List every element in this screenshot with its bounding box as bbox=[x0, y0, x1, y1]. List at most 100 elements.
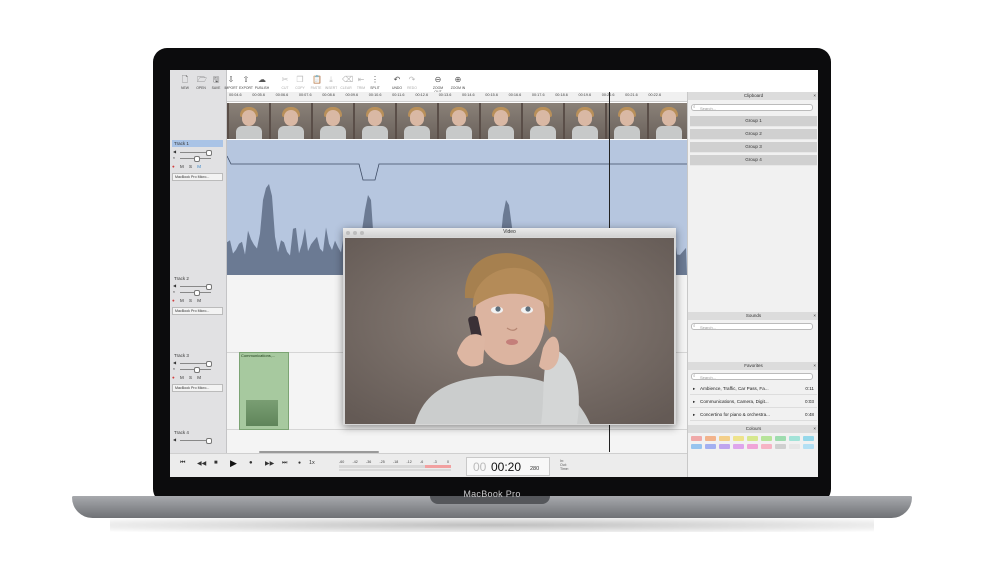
window-close-dot[interactable] bbox=[346, 230, 350, 235]
new-file-icon: 🗋 bbox=[181, 75, 189, 84]
colour-swatch[interactable] bbox=[733, 444, 744, 449]
monitor-button[interactable]: M bbox=[197, 375, 201, 380]
pan-slider[interactable]: ◐ bbox=[172, 366, 223, 373]
record-arm-button[interactable]: ● bbox=[172, 164, 175, 169]
video-window-titlebar[interactable]: Video bbox=[343, 228, 676, 237]
fast-forward-icon[interactable]: ▶▶ bbox=[265, 460, 274, 467]
favorite-item[interactable]: ▸ Communications, Camera, Digit... 0:03 bbox=[690, 397, 817, 408]
video-thumbnail bbox=[607, 103, 647, 139]
mute-button[interactable]: M bbox=[180, 164, 184, 169]
colour-swatch[interactable] bbox=[719, 436, 730, 441]
toolbar-button-label: COPY bbox=[295, 86, 305, 90]
volume-slider[interactable]: ◀ bbox=[172, 283, 223, 290]
record-icon[interactable]: ● bbox=[249, 460, 253, 466]
track-title: Track 1 bbox=[174, 141, 189, 146]
clipboard-group-3[interactable]: Group 3 bbox=[690, 142, 817, 153]
favorites-title: Favorites bbox=[744, 363, 763, 368]
colour-swatch[interactable] bbox=[691, 436, 702, 441]
video-thumbnail-strip[interactable] bbox=[227, 103, 689, 139]
colour-swatch[interactable] bbox=[719, 444, 730, 449]
close-icon[interactable]: × bbox=[813, 312, 816, 320]
horizontal-scrollbar[interactable] bbox=[259, 451, 379, 453]
colour-swatch[interactable] bbox=[691, 444, 702, 449]
volume-slider[interactable]: ◀ bbox=[172, 360, 223, 367]
monitor-button[interactable]: M bbox=[197, 298, 201, 303]
search-icon: ⌕ bbox=[693, 323, 696, 328]
play-icon[interactable]: ▸ bbox=[693, 397, 695, 407]
toolbar-zoom-in-button[interactable]: ⊕ ZOOM IN bbox=[449, 72, 467, 90]
solo-button[interactable]: S bbox=[189, 164, 192, 169]
app-screen: Track 1 ◀ ◐ ● M S M MacBook Pro Micro...… bbox=[170, 70, 818, 477]
mute-button[interactable]: M bbox=[180, 375, 184, 380]
library-panel: Clipboard × Search... ⌕ Group 1 Group 2 … bbox=[687, 92, 818, 477]
rewind-icon[interactable]: ◀◀ bbox=[197, 460, 206, 467]
speaker-icon: ◀ bbox=[173, 283, 177, 288]
play-icon[interactable]: ▸ bbox=[693, 384, 695, 394]
track-header-1[interactable]: Track 1 bbox=[172, 140, 223, 147]
clipboard-group-2[interactable]: Group 2 bbox=[690, 129, 817, 140]
favorites-search-input[interactable]: Search... bbox=[691, 373, 813, 380]
colour-swatch[interactable] bbox=[789, 444, 800, 449]
ruler-tick-label: 00:18.6 bbox=[555, 93, 568, 97]
colour-swatch[interactable] bbox=[705, 436, 716, 441]
input-device-select[interactable]: MacBook Pro Micro... bbox=[172, 384, 223, 392]
track-title: Track 2 bbox=[174, 276, 189, 281]
pan-slider[interactable]: ◐ bbox=[172, 155, 223, 162]
colour-swatch[interactable] bbox=[803, 444, 814, 449]
colour-swatch[interactable] bbox=[733, 436, 744, 441]
close-icon[interactable]: × bbox=[813, 92, 816, 100]
colour-swatch[interactable] bbox=[789, 436, 800, 441]
toolbar-split-button[interactable]: ⋮ SPLIT bbox=[366, 72, 384, 90]
play-icon[interactable]: ▶ bbox=[230, 458, 237, 469]
playback-speed[interactable]: 1x bbox=[309, 460, 315, 466]
mute-button[interactable]: M bbox=[180, 298, 184, 303]
laptop-brand-label: MacBook Pro bbox=[463, 489, 521, 499]
record-arm-button[interactable]: ● bbox=[172, 298, 175, 303]
input-device-select[interactable]: MacBook Pro Micro... bbox=[172, 173, 223, 181]
toolbar-zoom-out-button[interactable]: ⊖ZOOM OUT bbox=[429, 72, 447, 94]
monitor-button[interactable]: M bbox=[197, 164, 201, 169]
colour-swatch[interactable] bbox=[761, 436, 772, 441]
track-header-3[interactable]: Track 3 ◀ ◐ ● M S M MacBook Pro Micro... bbox=[172, 352, 223, 392]
speaker-icon: ◀ bbox=[173, 360, 177, 365]
timeline-ruler[interactable]: 00:04.6 00:05.6 00:06.6 00:07.6 00:08.6 00:09… bbox=[227, 92, 687, 102]
favorite-item[interactable]: ▸ Ambience, Traffic, Car Pass, Fa... 0:1… bbox=[690, 384, 817, 395]
toolbar-redo-button[interactable]: ↷ REDO bbox=[403, 72, 421, 90]
play-icon[interactable]: ▸ bbox=[693, 410, 695, 420]
clipboard-group-4[interactable]: Group 4 bbox=[690, 155, 817, 166]
colour-swatch[interactable] bbox=[747, 444, 758, 449]
colour-swatch[interactable] bbox=[761, 444, 772, 449]
sounds-search-input[interactable]: Search... bbox=[691, 323, 813, 330]
colour-swatch[interactable] bbox=[747, 436, 758, 441]
close-icon[interactable]: × bbox=[813, 362, 816, 370]
skip-to-start-icon[interactable]: ⏮ bbox=[180, 460, 185, 467]
colours-title: Colours bbox=[745, 426, 762, 431]
record-arm-button[interactable]: ● bbox=[172, 375, 175, 380]
loop-dot-icon[interactable]: ● bbox=[298, 460, 301, 466]
track-header-4[interactable]: Track 4 ◀ bbox=[172, 429, 223, 444]
solo-button[interactable]: S bbox=[189, 298, 192, 303]
skip-to-end-icon[interactable]: ⏭ bbox=[282, 460, 287, 467]
favorite-item[interactable]: ▸ Concertino for piano & orchestra... 0:… bbox=[690, 410, 817, 421]
track-header-2[interactable]: Track 2 ◀ ◐ ● M S M MacBook Pro Micro... bbox=[172, 275, 223, 315]
toolbar-publish-button[interactable]: ☁ PUBLISH bbox=[253, 72, 271, 90]
colour-swatch[interactable] bbox=[775, 436, 786, 441]
window-minimize-dot[interactable] bbox=[353, 230, 357, 235]
video-window[interactable]: Video bbox=[343, 228, 676, 425]
colour-swatch[interactable] bbox=[803, 436, 814, 441]
pan-slider[interactable]: ◐ bbox=[172, 289, 223, 296]
pan-icon: ◐ bbox=[173, 366, 176, 371]
input-device-select[interactable]: MacBook Pro Micro... bbox=[172, 307, 223, 315]
clipboard-title: Clipboard bbox=[743, 93, 764, 98]
stop-icon[interactable]: ■ bbox=[214, 460, 218, 466]
ruler-tick-label: 00:07.6 bbox=[298, 93, 312, 97]
close-icon[interactable]: × bbox=[813, 425, 816, 433]
volume-slider[interactable]: ◀ bbox=[172, 437, 223, 444]
colour-swatch[interactable] bbox=[775, 444, 786, 449]
colour-swatch[interactable] bbox=[705, 444, 716, 449]
clipboard-group-1[interactable]: Group 1 bbox=[690, 116, 817, 127]
window-zoom-dot[interactable] bbox=[360, 230, 364, 235]
solo-button[interactable]: S bbox=[189, 375, 192, 380]
volume-slider[interactable]: ◀ bbox=[172, 149, 223, 156]
clipboard-search-input[interactable]: Search... bbox=[691, 104, 813, 111]
